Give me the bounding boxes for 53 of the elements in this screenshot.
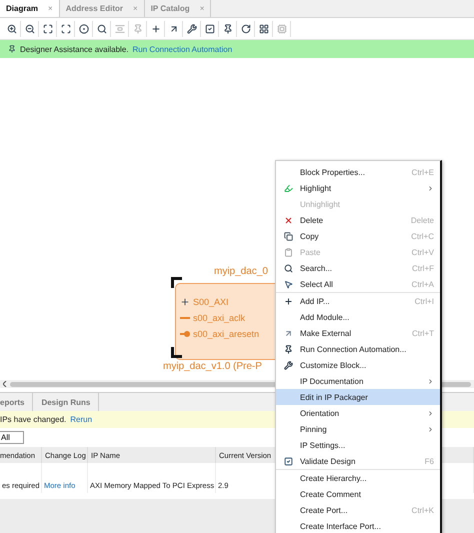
clipboard-icon: [284, 248, 292, 256]
copy-icon: [284, 232, 292, 240]
menu-item[interactable]: Pinning: [276, 421, 440, 437]
assistance-text: Designer Assistance available.: [20, 44, 129, 54]
submenu-icon: [427, 184, 434, 192]
selection-corner: [171, 347, 182, 358]
menu-item[interactable]: IP Settings...: [276, 437, 440, 453]
block-type: myip_dac_v1.0 (Pre-P: [163, 361, 262, 372]
search-icon: [284, 264, 292, 272]
notice-text: IPs have changed.: [0, 415, 66, 424]
submenu-icon: [427, 410, 434, 416]
menu-item[interactable]: Edit in IP Packager: [276, 389, 440, 405]
menu-item[interactable]: Customize Block...: [276, 357, 440, 373]
scroll-left-icon[interactable]: [3, 381, 7, 387]
wrench-icon: [284, 360, 292, 370]
menu-item[interactable]: Delete Delete: [276, 212, 440, 228]
menu-item[interactable]: Block Properties... Ctrl+E: [276, 164, 440, 180]
block-name: myip_dac_0: [214, 266, 268, 277]
arrow-icon: [284, 328, 292, 338]
highlighter-icon: [284, 184, 292, 192]
pointer-icon: [284, 280, 292, 288]
select-all-button[interactable]: All: [0, 431, 24, 444]
plus-icon: [284, 296, 292, 306]
menu-item[interactable]: Select All Ctrl+A: [276, 276, 440, 292]
menu-item[interactable]: Add Module...: [276, 309, 440, 325]
menu-item[interactable]: Create Hierarchy...: [276, 469, 440, 486]
menu-item[interactable]: Orientation: [276, 405, 440, 421]
port-icon: [180, 330, 190, 338]
pin-icon: [8, 45, 16, 53]
menu-item[interactable]: Highlight: [276, 180, 440, 196]
selection-corner: [171, 277, 182, 288]
tab[interactable]: Diagram ×: [0, 0, 60, 17]
port-label: S00_AXI: [193, 297, 229, 307]
menu-item[interactable]: Validate Design F6: [276, 453, 440, 469]
submenu-icon: [427, 426, 434, 432]
menu-item[interactable]: Copy Ctrl+C: [276, 228, 440, 244]
rerun-link[interactable]: Rerun: [70, 415, 92, 424]
menu-item[interactable]: IP Documentation: [276, 373, 440, 389]
menu-item[interactable]: Make External Ctrl+T: [276, 325, 440, 341]
plus-icon: [180, 297, 190, 307]
menu-item[interactable]: Create Port... Ctrl+K: [276, 502, 440, 518]
menu-item[interactable]: Search... Ctrl+F: [276, 260, 440, 276]
menu-item[interactable]: Run Connection Automation...: [276, 341, 440, 357]
close-icon: [284, 216, 292, 224]
menu-item[interactable]: Create Interface Port...: [276, 518, 440, 533]
submenu-icon: [427, 378, 434, 384]
pin-icon: [284, 344, 292, 354]
automation-link[interactable]: Run Connection Automation: [132, 44, 232, 54]
checkbox-icon: [284, 456, 292, 466]
port-label: s00_axi_aclk: [193, 313, 246, 323]
port-icon: [180, 316, 190, 320]
port-label: s00_axi_aresetn: [193, 329, 260, 339]
menu-item[interactable]: Add IP... Ctrl+I: [276, 292, 440, 309]
